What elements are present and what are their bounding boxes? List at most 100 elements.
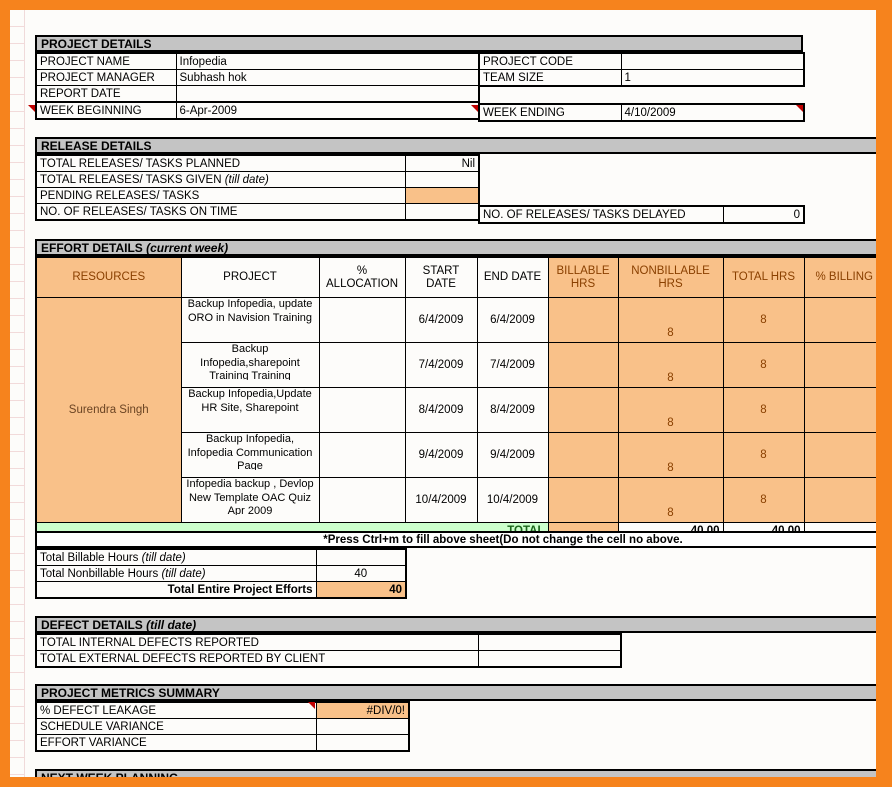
schedule-variance-cell[interactable] [316,719,409,735]
start-date-cell[interactable]: 8/4/2009 [405,388,477,433]
billing-cell[interactable] [804,433,876,478]
nonbillable-hrs-cell[interactable]: 8 [618,478,723,523]
allocation-cell[interactable] [319,343,405,388]
total-project-efforts-cell[interactable]: 40 [316,582,406,599]
project-task-text: Backup Infopedia,Update HR Site, Sharepo… [185,388,316,415]
table-row: TEAM SIZE 1 [479,70,804,87]
defect-leakage-cell[interactable]: #DIV/0! [316,702,409,719]
tasks-delayed-cell[interactable]: 0 [723,206,804,223]
tasks-given-cell[interactable] [405,172,479,188]
tasks-planned-cell[interactable]: Nil [405,155,479,172]
section-header-effort-details: EFFORT DETAILS (current week) [35,239,876,256]
release-details-table: TOTAL RELEASES/ TASKS PLANNED Nil TOTAL … [35,154,480,221]
end-date-cell[interactable]: 7/4/2009 [477,343,548,388]
allocation-cell[interactable] [319,388,405,433]
start-date-cell[interactable]: 7/4/2009 [405,343,477,388]
table-row: % DEFECT LEAKAGE #DIV/0! [36,702,409,719]
billing-cell[interactable] [804,298,876,343]
billable-hrs-cell[interactable] [548,298,618,343]
effort-title-text: EFFORT DETAILS [41,241,143,255]
project-name-cell[interactable]: Infopedia [176,53,479,70]
nonbillable-hrs-cell[interactable]: 8 [618,343,723,388]
end-date-cell[interactable]: 6/4/2009 [477,298,548,343]
start-date-cell[interactable]: 9/4/2009 [405,433,477,478]
project-task-text: Infopedia backup , Devlop New Template O… [185,478,316,515]
defect-title-suffix: (till date) [146,618,196,632]
section-header-defect-details: DEFECT DETAILS (till date) [35,616,876,633]
project-task-cell[interactable]: Backup Infopedia,Update HR Site, Sharepo… [181,388,319,433]
report-date-cell[interactable] [176,86,479,103]
nonbillable-hrs-cell[interactable]: 8 [618,433,723,478]
macro-instruction-note: *Press Ctrl+m to fill above sheet(Do not… [35,531,876,548]
total-billable-label-suffix: (till date) [142,552,186,564]
total-billable-label: Total Billable Hours (till date) [36,549,316,566]
billing-cell[interactable] [804,478,876,523]
allocation-cell[interactable] [319,478,405,523]
table-row: TOTAL RELEASES/ TASKS GIVEN (till date) [36,172,479,188]
week-ending-table: WEEK ENDING 4/10/2009 [478,103,805,122]
allocation-cell[interactable] [319,433,405,478]
team-size-label: TEAM SIZE [479,70,621,87]
total-hrs-cell[interactable]: 8 [723,388,804,433]
table-row: TOTAL RELEASES/ TASKS PLANNED Nil [36,155,479,172]
billable-hrs-cell[interactable] [548,388,618,433]
project-task-text: Backup Infopedia, Infopedia Communicatio… [185,433,316,470]
effort-title-suffix: (current week) [146,241,228,255]
defect-details-table: TOTAL INTERNAL DEFECTS REPORTED TOTAL EX… [35,633,622,668]
allocation-cell[interactable] [319,298,405,343]
table-row: PROJECT MANAGER Subhash hok [36,70,479,86]
week-ending-cell[interactable]: 4/10/2009 [621,104,804,121]
team-size-cell[interactable]: 1 [621,70,804,87]
total-hrs-cell[interactable]: 8 [723,433,804,478]
start-date-cell[interactable]: 6/4/2009 [405,298,477,343]
nonbillable-hrs-cell[interactable]: 8 [618,298,723,343]
table-row: REPORT DATE [36,86,479,103]
table-row: NO. OF RELEASES/ TASKS ON TIME [36,204,479,221]
project-task-cell[interactable]: Backup Infopedia, Infopedia Communicatio… [181,433,319,478]
end-date-cell[interactable]: 10/4/2009 [477,478,548,523]
project-task-cell[interactable]: Backup Infopedia,sharepoint Training Tra… [181,343,319,388]
internal-defects-cell[interactable] [478,634,621,651]
section-header-release-details: RELEASE DETAILS [35,137,876,154]
start-date-cell[interactable]: 10/4/2009 [405,478,477,523]
project-code-cell[interactable] [621,53,804,70]
total-nonbillable-label: Total Nonbillable Hours (till date) [36,566,316,582]
pending-tasks-cell[interactable] [405,188,479,204]
end-date-cell[interactable]: 9/4/2009 [477,433,548,478]
total-hrs-cell[interactable]: 8 [723,298,804,343]
col-header-project: PROJECT [181,257,319,298]
total-nonbillable-till-date-cell[interactable]: 40 [316,566,406,582]
total-hrs-cell[interactable]: 8 [723,343,804,388]
tasks-on-time-cell[interactable] [405,204,479,221]
billing-cell[interactable] [804,388,876,433]
col-header-billable-hrs: BILLABLE HRS [548,257,618,298]
col-header-allocation: % ALLOCATION [319,257,405,298]
table-row: PROJECT CODE [479,53,804,70]
nonbillable-hrs-cell[interactable]: 8 [618,388,723,433]
total-hrs-cell[interactable]: 8 [723,478,804,523]
tasks-given-label-text: TOTAL RELEASES/ TASKS GIVEN [40,174,222,186]
section-header-next-week-planning: NEXT WEEK PLANNING [35,769,876,777]
project-task-cell[interactable]: Backup Infopedia, update ORO in Navision… [181,298,319,343]
project-task-cell[interactable]: Infopedia backup , Devlop New Template O… [181,478,319,523]
comment-indicator-icon [796,105,803,112]
project-manager-cell[interactable]: Subhash hok [176,70,479,86]
external-defects-cell[interactable] [478,651,621,668]
total-billable-till-date-cell[interactable] [316,549,406,566]
billing-cell[interactable] [804,343,876,388]
end-date-cell[interactable]: 8/4/2009 [477,388,548,433]
col-header-total-hrs: TOTAL HRS [723,257,804,298]
billable-hrs-cell[interactable] [548,343,618,388]
col-header-nonbillable-hrs: NONBILLABLE HRS [618,257,723,298]
billable-hrs-cell[interactable] [548,433,618,478]
effort-variance-cell[interactable] [316,735,409,752]
week-beginning-cell[interactable]: 6-Apr-2009 [176,102,479,119]
tasks-given-label: TOTAL RELEASES/ TASKS GIVEN (till date) [36,172,405,188]
table-row: Total Nonbillable Hours (till date) 40 [36,566,406,582]
status-report-sheet: PROJECT DETAILS PROJECT NAME Infopedia P… [0,0,892,787]
billable-hrs-cell[interactable] [548,478,618,523]
project-metrics-table: % DEFECT LEAKAGE #DIV/0! SCHEDULE VARIAN… [35,701,410,752]
table-row: SCHEDULE VARIANCE [36,719,409,735]
resource-name-cell[interactable]: Surendra Singh [36,298,181,523]
table-row: WEEK ENDING 4/10/2009 [479,104,804,121]
